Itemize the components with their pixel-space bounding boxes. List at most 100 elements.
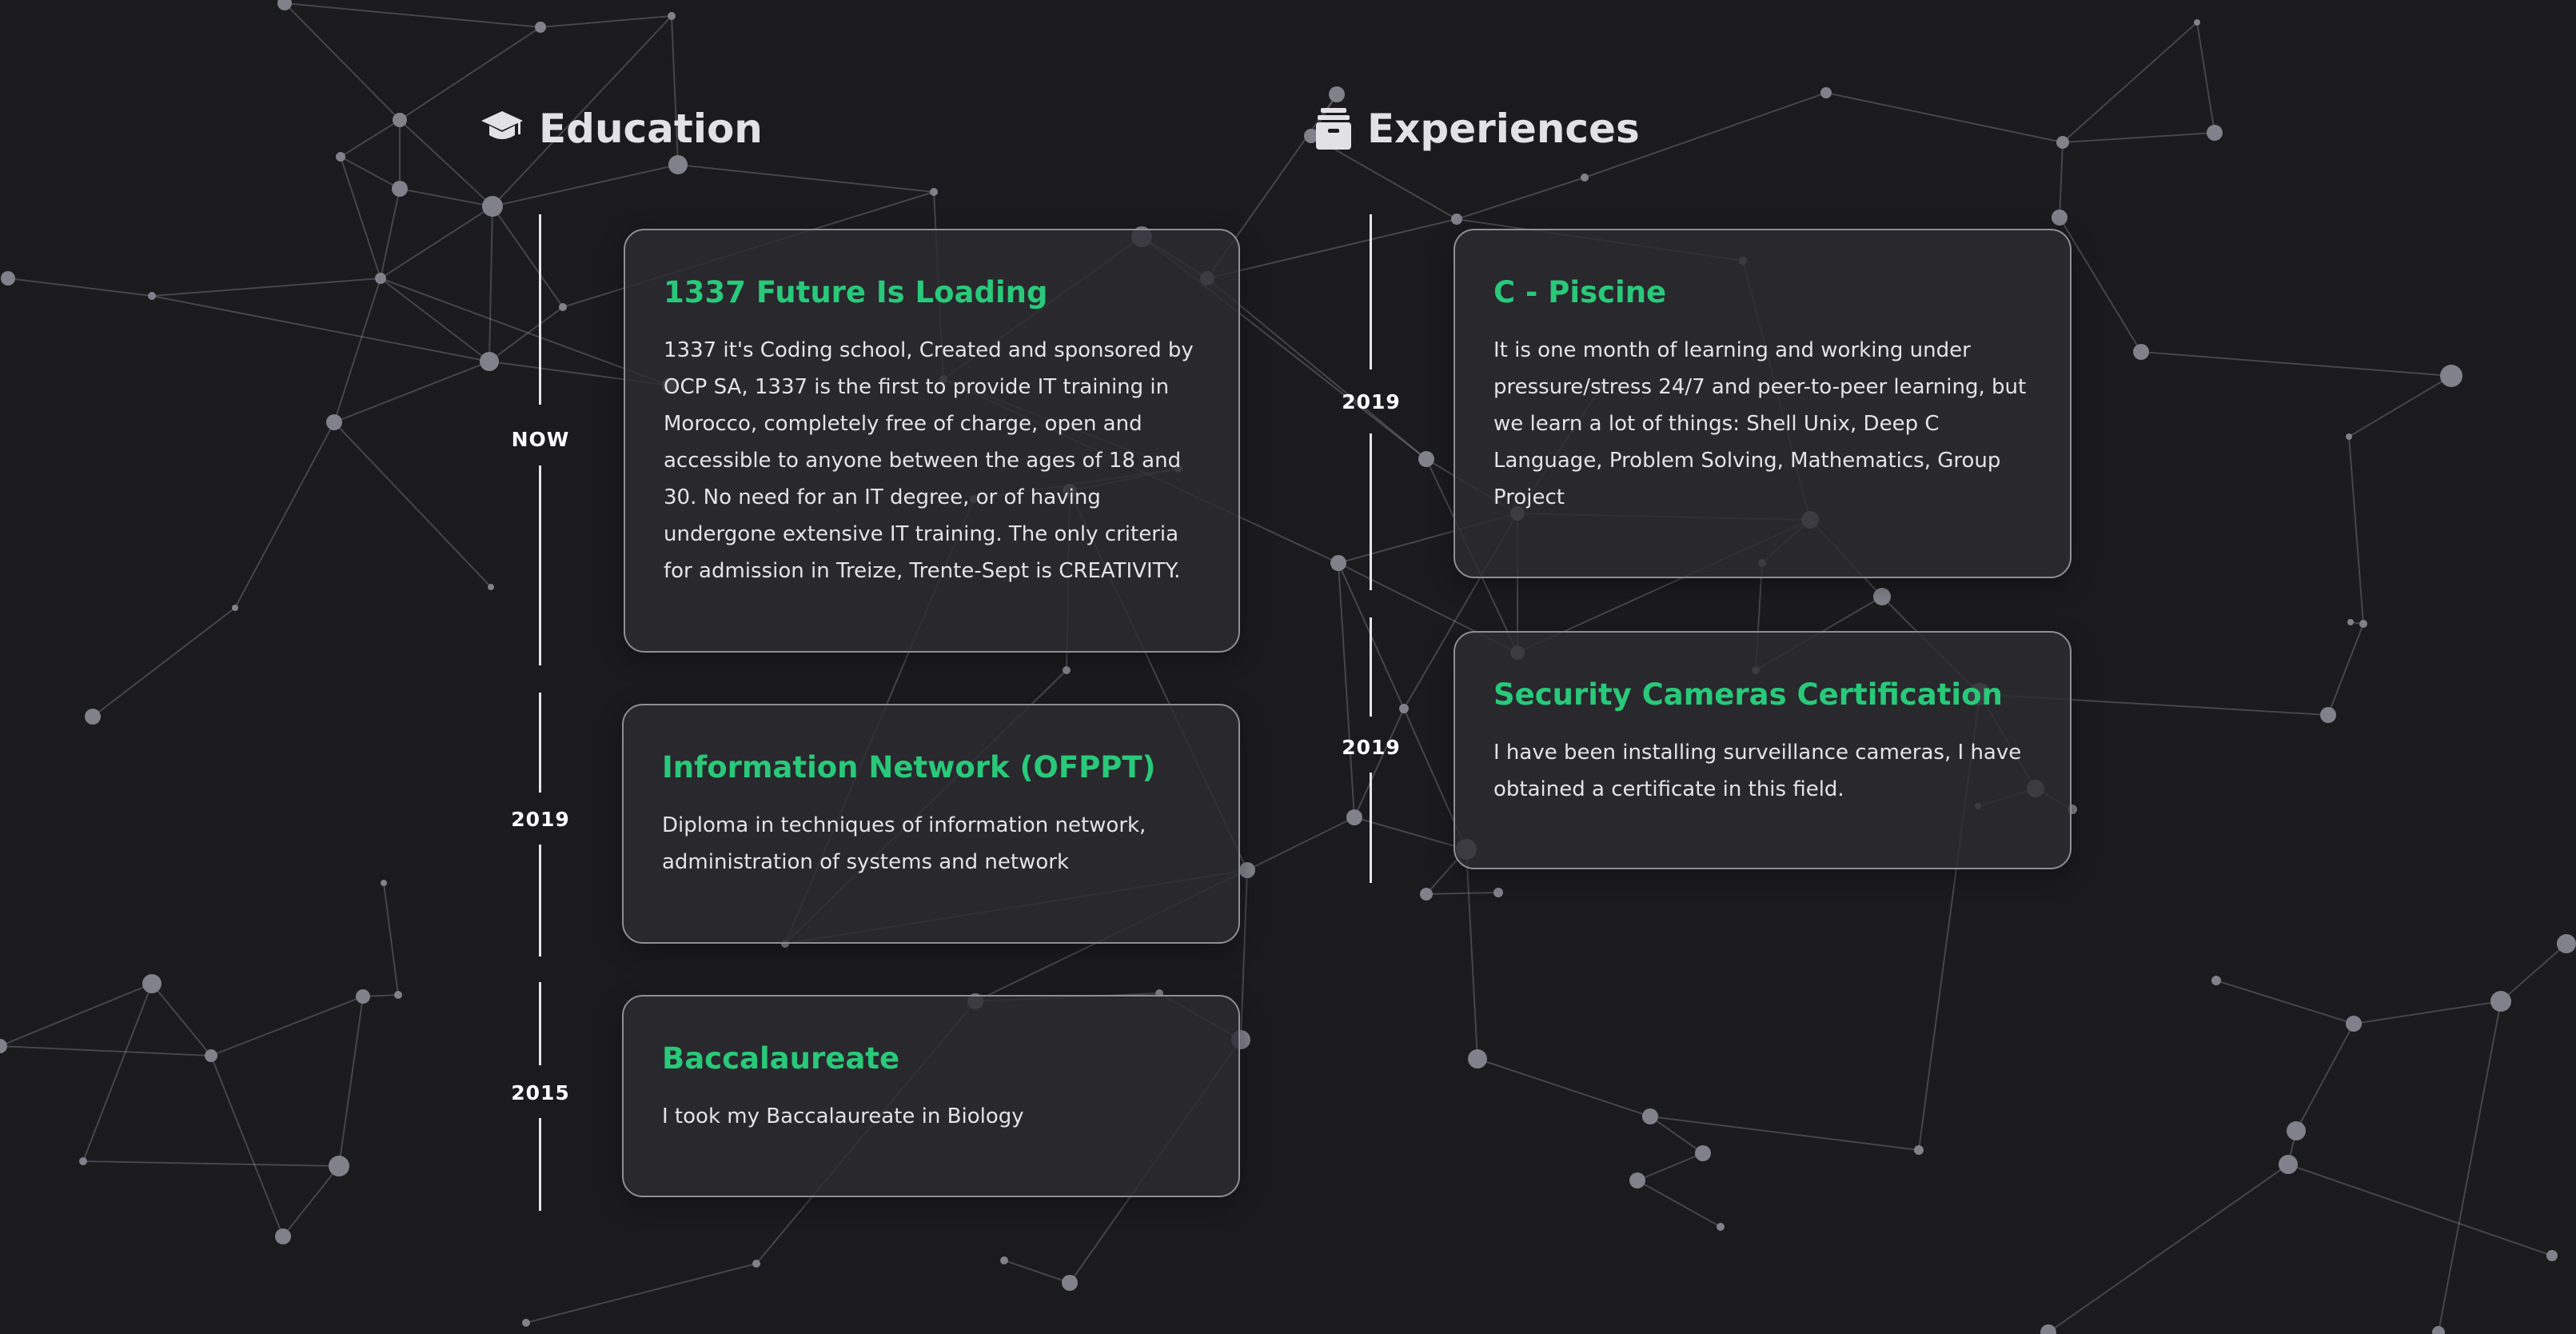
network-node [1063,666,1071,674]
network-node [2052,210,2068,226]
network-node [2194,19,2200,26]
network-link [2140,351,2452,377]
network-link [284,2,541,28]
network-node [2432,1326,2445,1334]
network-link [488,206,493,362]
network-node [1717,1223,1725,1231]
card-title: 1337 Future Is Loading [664,275,1048,310]
network-node [930,188,938,196]
network-node [394,991,402,999]
network-node [2490,991,2511,1012]
network-link [7,278,153,297]
education-card-baccalaureate: Baccalaureate I took my Baccalaureate in… [622,995,1240,1197]
timeline-line [539,845,541,957]
network-node [1420,888,1433,901]
network-node [2056,136,2069,149]
network-link [0,983,153,1047]
network-link [82,1160,340,1167]
network-link [2062,132,2215,143]
network-link [399,188,493,207]
archive-box-icon [1314,106,1353,151]
card-title: Information Network (OFPPT) [662,750,1156,785]
network-link [340,119,401,158]
timeline-line [1370,214,1372,369]
particle-network-background [0,0,2576,1334]
network-node [1399,704,1409,713]
network-node [2207,125,2223,141]
experience-card-c-piscine: C - Piscine It is one month of learning … [1453,229,2072,578]
network-link [2500,943,2567,1002]
network-link [492,164,679,207]
card-description: It is one month of learning and working … [1493,338,2027,509]
network-link [333,421,492,588]
network-node [142,974,161,993]
timeline-line [539,465,541,665]
education-card-1337: 1337 Future Is Loading 1337 it's Coding … [624,229,1240,653]
network-node [2557,934,2576,953]
network-link [2295,1023,2355,1132]
network-node [2346,433,2352,440]
timeline-date-2015: 2015 [511,1081,570,1104]
timeline-line [1370,617,1372,717]
network-node [1468,1049,1487,1068]
network-link [2348,436,2364,625]
education-heading-text: Education [539,106,763,152]
network-link [677,164,935,193]
experiences-heading-text: Experiences [1367,106,1640,152]
network-node [535,22,546,33]
network-link [1637,1152,1704,1181]
network-link [488,306,564,362]
timeline-line [539,1118,541,1211]
network-link [0,1045,212,1056]
network-link [525,1263,757,1324]
network-link [383,882,399,996]
network-node [326,414,342,430]
network-link [2215,980,2355,1024]
network-node [1000,1256,1008,1264]
timeline-line [539,693,541,793]
network-node [480,352,499,371]
network-link [2059,217,2142,353]
card-description: I have been installing surveillance came… [1493,741,2022,801]
network-node [329,1156,349,1176]
network-link [1240,869,1248,1040]
network-link [1426,892,1499,895]
network-node [1239,862,1255,878]
network-node [482,196,503,217]
network-node [2040,1324,2056,1334]
network-node [668,155,688,174]
network-link [2048,1164,2289,1333]
timeline-line [539,214,541,405]
network-node [488,584,494,590]
network-node [1493,888,1503,897]
network-node [375,273,386,284]
network-node [2279,1155,2298,1174]
network-node [2346,1016,2362,1032]
network-link [1246,817,1355,871]
network-node [0,1039,7,1053]
network-link [1456,177,1585,220]
network-link [2353,1000,2502,1024]
network-node [1820,87,1832,98]
network-node [336,152,345,162]
network-link [2059,142,2064,218]
network-node [1329,86,1345,102]
network-link [2438,1000,2502,1333]
network-link [210,1055,284,1237]
network-node [2359,620,2367,628]
network-link [210,996,364,1056]
network-link [1338,562,1355,818]
network-node [1914,1145,1924,1155]
network-link [151,983,212,1056]
network-node [1629,1172,1645,1188]
timeline-date-now: NOW [511,428,570,451]
network-link [399,119,493,207]
card-description: Diploma in techniques of information net… [662,813,1146,874]
network-node [668,12,676,20]
graduation-cap-icon [480,108,524,150]
network-node [85,709,101,725]
network-link [333,278,381,423]
experience-card-security-cameras: Security Cameras Certification I have be… [1453,631,2072,869]
network-node [1346,809,1362,825]
network-node [522,1319,530,1327]
